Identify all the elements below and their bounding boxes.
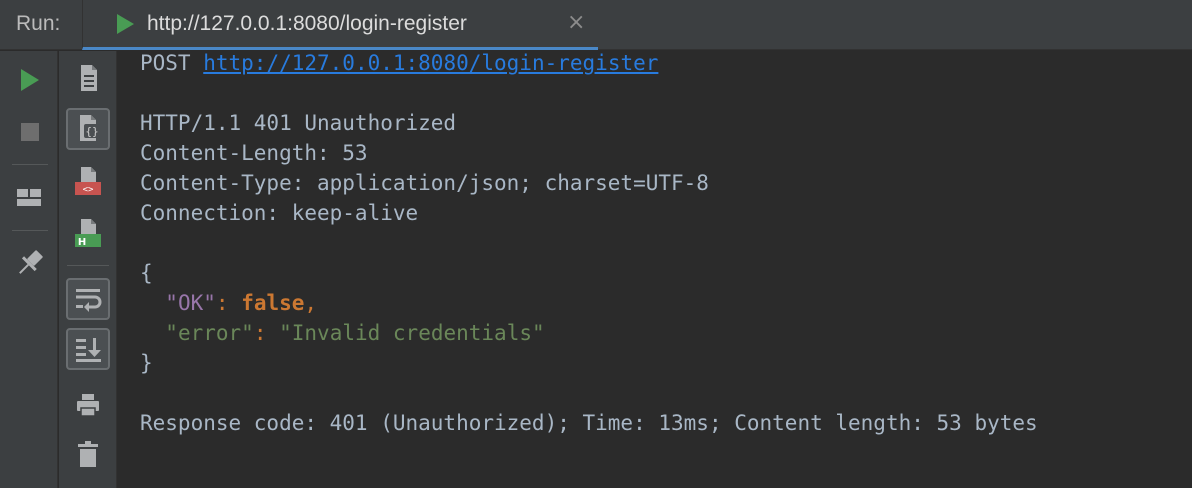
view-as-text-button[interactable] — [66, 57, 110, 99]
json-value: "Invalid credentials" — [279, 321, 545, 345]
xml-document-icon: <> — [75, 167, 101, 195]
pin-button[interactable] — [7, 243, 51, 285]
json-entry: "error": "Invalid credentials" — [140, 321, 545, 345]
json-value: false — [241, 291, 305, 315]
json-close-brace: } — [140, 351, 153, 375]
svg-text:{}: {} — [85, 125, 98, 138]
layout-button[interactable] — [7, 177, 51, 219]
status-line: HTTP/1.1 401 Unauthorized — [140, 111, 457, 135]
json-colon: : — [253, 321, 267, 345]
toolbar-separator — [67, 265, 109, 266]
run-tab-title: http://127.0.0.1:8080/login-register — [147, 12, 467, 35]
svg-text:<>: <> — [83, 185, 94, 195]
header-line: Content-Length: 53 — [140, 141, 368, 165]
response-console[interactable]: POST http://127.0.0.1:8080/login-registe… — [118, 51, 1192, 488]
layout-icon — [17, 189, 41, 206]
json-comma: , — [304, 291, 318, 315]
json-key: "error" — [165, 321, 254, 345]
json-colon: : — [215, 291, 229, 315]
json-key: "OK" — [165, 291, 216, 315]
stop-button[interactable] — [7, 111, 51, 153]
run-tool-window-header: Run: http://127.0.0.1:8080/login-registe… — [0, 0, 1192, 50]
response-view-toolbar: {} <> H — [59, 51, 117, 488]
view-as-html-button[interactable]: H — [66, 213, 110, 255]
trash-icon — [78, 441, 98, 467]
json-open-brace: { — [140, 261, 153, 285]
json-entry: "OK": false, — [140, 291, 317, 315]
print-icon — [77, 394, 99, 417]
toolbar-separator — [12, 230, 48, 231]
request-line: POST http://127.0.0.1:8080/login-registe… — [140, 51, 658, 75]
scroll-to-end-button[interactable] — [66, 328, 110, 370]
document-icon — [81, 65, 97, 91]
soft-wrap-button[interactable] — [66, 278, 110, 320]
header-line: Connection: keep-alive — [140, 201, 419, 225]
svg-text:H: H — [78, 237, 86, 248]
view-as-xml-button[interactable]: <> — [66, 161, 110, 203]
run-tab[interactable]: http://127.0.0.1:8080/login-register × — [82, 0, 598, 50]
stop-icon — [21, 123, 39, 141]
html-document-icon: H — [75, 219, 101, 248]
request-url-link[interactable]: http://127.0.0.1:8080/login-register — [203, 51, 658, 75]
play-icon — [117, 14, 134, 34]
pin-icon — [19, 250, 43, 274]
print-button[interactable] — [66, 383, 110, 425]
close-icon[interactable]: × — [567, 10, 585, 35]
run-actions-toolbar — [0, 51, 58, 488]
json-document-icon: {} — [80, 115, 100, 141]
header-line: Content-Type: application/json; charset=… — [140, 171, 709, 195]
clear-button[interactable] — [66, 434, 110, 476]
run-button[interactable] — [7, 59, 51, 101]
request-method: POST — [140, 51, 191, 75]
soft-wrap-icon — [76, 289, 102, 312]
run-label: Run: — [16, 12, 61, 35]
response-summary: Response code: 401 (Unauthorized); Time:… — [140, 411, 1038, 435]
toolbar-separator — [12, 164, 48, 165]
view-as-json-button[interactable]: {} — [66, 108, 110, 150]
play-icon — [21, 69, 39, 91]
scroll-to-end-icon — [76, 338, 101, 362]
